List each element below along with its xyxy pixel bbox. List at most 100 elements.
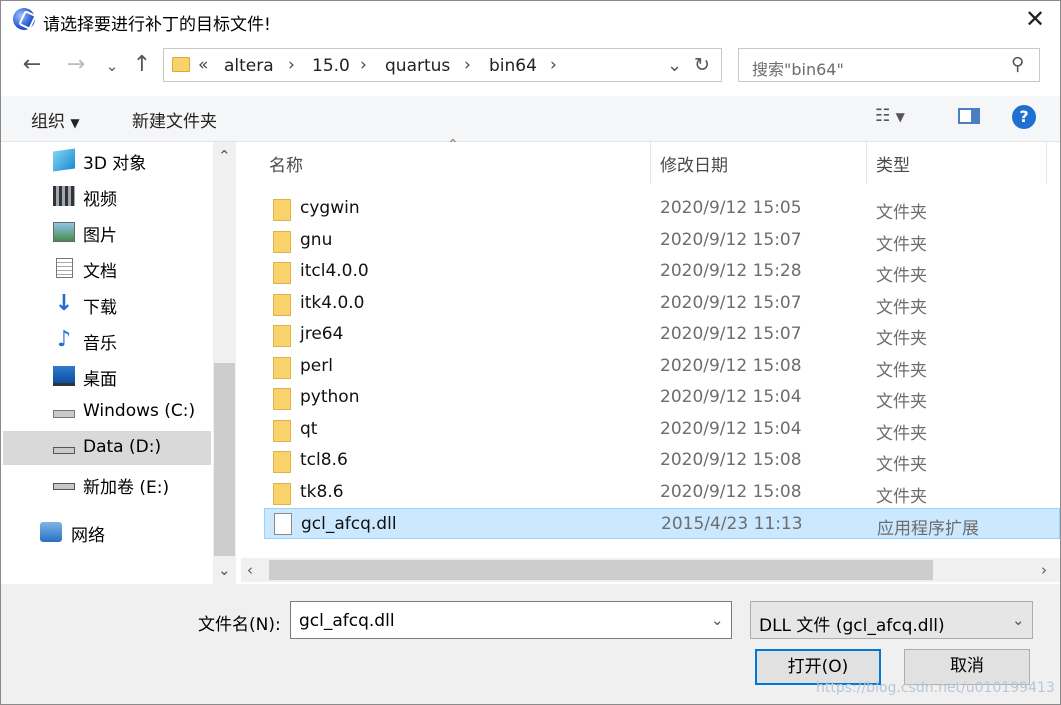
sidebar-item-label: 桌面 bbox=[83, 370, 117, 390]
up-button[interactable]: ↑ bbox=[127, 50, 157, 80]
folder-icon bbox=[273, 451, 291, 473]
sidebar-item-3d-objects[interactable]: 3D 对象 bbox=[3, 143, 211, 177]
folder-icon bbox=[172, 57, 190, 72]
chevron-right-icon[interactable]: › bbox=[288, 55, 295, 75]
dll-file-icon bbox=[274, 513, 292, 535]
sidebar-item-downloads[interactable]: ↓ 下载 bbox=[3, 287, 211, 321]
table-row[interactable]: gcl_afcq.dll 2015/4/23 11:13 应用程序扩展 bbox=[264, 508, 1060, 539]
filename-combobox[interactable]: gcl_afcq.dll ⌄ bbox=[290, 601, 732, 639]
cell-date: 2020/9/12 15:04 bbox=[660, 387, 802, 407]
forward-button[interactable]: → bbox=[61, 50, 91, 80]
sidebar-item-data-d[interactable]: Data (D:) bbox=[3, 431, 211, 465]
video-icon bbox=[53, 186, 75, 206]
preview-pane-icon[interactable] bbox=[958, 108, 980, 124]
column-header-date[interactable]: 修改日期 bbox=[660, 151, 728, 176]
app-icon bbox=[13, 8, 35, 30]
search-box[interactable]: 搜索"bin64" ⚲ bbox=[738, 48, 1040, 82]
table-row[interactable]: qt 2020/9/12 15:04 文件夹 bbox=[264, 414, 1060, 445]
chevron-down-icon[interactable]: ⌄ bbox=[1012, 611, 1025, 629]
cell-date: 2015/4/23 11:13 bbox=[661, 514, 803, 534]
sidebar-item-label: Windows (C:) bbox=[83, 401, 196, 421]
column-header-name[interactable]: 名称 bbox=[269, 151, 303, 176]
cell-date: 2020/9/12 15:28 bbox=[660, 261, 802, 281]
sidebar-item-documents[interactable]: 文档 bbox=[3, 251, 211, 285]
column-header-type[interactable]: 类型 bbox=[876, 151, 910, 176]
table-row[interactable]: jre64 2020/9/12 15:07 文件夹 bbox=[264, 319, 1060, 350]
network-icon bbox=[40, 522, 62, 542]
chevron-down-icon: ⌄ bbox=[105, 57, 119, 75]
chevron-right-icon[interactable]: › bbox=[550, 55, 557, 75]
table-row[interactable]: tcl8.6 2020/9/12 15:08 文件夹 bbox=[264, 445, 1060, 476]
cell-name: tcl8.6 bbox=[300, 450, 348, 470]
table-row[interactable]: python 2020/9/12 15:04 文件夹 bbox=[264, 382, 1060, 413]
breadcrumb-overflow[interactable]: « bbox=[198, 55, 208, 75]
folder-icon bbox=[273, 325, 291, 347]
column-divider[interactable] bbox=[1046, 142, 1047, 184]
scroll-down-icon[interactable]: ⌄ bbox=[218, 561, 231, 579]
filename-input[interactable]: gcl_afcq.dll bbox=[299, 611, 395, 631]
sidebar-item-videos[interactable]: 视频 bbox=[3, 179, 211, 213]
sidebar-item-desktop[interactable]: 桌面 bbox=[3, 359, 211, 393]
table-row[interactable]: itcl4.0.0 2020/9/12 15:28 文件夹 bbox=[264, 256, 1060, 287]
back-button[interactable]: ← bbox=[17, 50, 47, 80]
chevron-down-icon[interactable]: ⌄ bbox=[711, 611, 724, 629]
sidebar-item-label: Data (D:) bbox=[83, 437, 162, 457]
scroll-up-icon[interactable]: ⌃ bbox=[218, 147, 231, 165]
cell-name: python bbox=[300, 387, 360, 407]
chevron-right-icon[interactable]: › bbox=[360, 55, 367, 75]
navigation-scroll-thumb[interactable] bbox=[214, 363, 235, 556]
dialog-title: 请选择要进行补丁的目标文件! bbox=[43, 15, 271, 35]
cell-type: 文件夹 bbox=[876, 360, 927, 381]
picture-icon bbox=[53, 222, 75, 242]
cell-name: itcl4.0.0 bbox=[300, 261, 369, 281]
music-icon: ♪ bbox=[56, 327, 72, 352]
new-folder-button[interactable]: 新建文件夹 bbox=[132, 107, 217, 132]
view-options-button[interactable]: ☷ ▼ bbox=[875, 106, 905, 126]
cell-name: cygwin bbox=[300, 198, 360, 218]
document-icon bbox=[56, 258, 73, 278]
sidebar-item-windows-c[interactable]: Windows (C:) bbox=[3, 395, 211, 429]
horizontal-scroll-thumb[interactable] bbox=[269, 560, 933, 580]
sidebar-item-music[interactable]: ♪ 音乐 bbox=[3, 323, 211, 357]
sidebar-item-label: 图片 bbox=[83, 226, 117, 246]
sidebar-item-pictures[interactable]: 图片 bbox=[3, 215, 211, 249]
table-row[interactable]: itk4.0.0 2020/9/12 15:07 文件夹 bbox=[264, 288, 1060, 319]
sidebar-item-label: 3D 对象 bbox=[83, 154, 147, 174]
download-icon: ↓ bbox=[54, 291, 74, 316]
filetype-select[interactable]: DLL 文件 (gcl_afcq.dll) ⌄ bbox=[750, 601, 1033, 639]
search-icon: ⚲ bbox=[1011, 54, 1025, 75]
scroll-left-icon[interactable]: ‹ bbox=[247, 561, 253, 579]
details-view-icon: ☷ bbox=[875, 106, 891, 126]
recent-locations-button[interactable]: ⌄ bbox=[97, 51, 127, 81]
search-input[interactable]: 搜索"bin64" bbox=[752, 56, 844, 80]
breadcrumb-15-0[interactable]: 15.0 bbox=[312, 56, 350, 76]
sidebar-item-label: 视频 bbox=[83, 190, 117, 210]
table-row[interactable]: tk8.6 2020/9/12 15:08 文件夹 bbox=[264, 477, 1060, 508]
table-row[interactable]: gnu 2020/9/12 15:07 文件夹 bbox=[264, 225, 1060, 256]
sidebar-item-new-volume-e[interactable]: 新加卷 (E:) bbox=[3, 467, 211, 501]
breadcrumb-altera[interactable]: altera bbox=[224, 56, 274, 76]
cell-type: 文件夹 bbox=[876, 423, 927, 444]
cell-name: jre64 bbox=[300, 324, 344, 344]
folder-icon bbox=[273, 293, 291, 316]
organize-menu-button[interactable]: 组织 ▼ bbox=[31, 107, 80, 132]
table-row[interactable]: cygwin 2020/9/12 15:05 文件夹 bbox=[264, 193, 1060, 224]
breadcrumb-bin64[interactable]: bin64 bbox=[489, 56, 537, 76]
filename-label: 文件名(N): bbox=[198, 615, 281, 635]
close-button[interactable]: ✕ bbox=[1019, 3, 1051, 35]
address-bar[interactable]: « altera › 15.0 › quartus › bin64 › ⌄ ↻ bbox=[163, 48, 722, 82]
address-history-dropdown[interactable]: ⌄ bbox=[667, 55, 682, 76]
title-bar: 请选择要进行补丁的目标文件! ✕ bbox=[1, 1, 1060, 39]
refresh-icon[interactable]: ↻ bbox=[694, 54, 710, 76]
sidebar-item-network[interactable]: 网络 bbox=[3, 515, 211, 549]
breadcrumb-quartus[interactable]: quartus bbox=[385, 56, 450, 76]
folder-icon bbox=[273, 419, 291, 442]
chevron-right-icon[interactable]: › bbox=[464, 55, 471, 75]
help-icon[interactable]: ? bbox=[1012, 105, 1036, 129]
column-divider[interactable] bbox=[866, 142, 867, 184]
table-row[interactable]: perl 2020/9/12 15:08 文件夹 bbox=[264, 351, 1060, 382]
close-icon: ✕ bbox=[1024, 5, 1046, 33]
column-divider[interactable] bbox=[650, 142, 651, 184]
folder-icon bbox=[273, 262, 291, 284]
scroll-right-icon[interactable]: › bbox=[1041, 561, 1047, 579]
